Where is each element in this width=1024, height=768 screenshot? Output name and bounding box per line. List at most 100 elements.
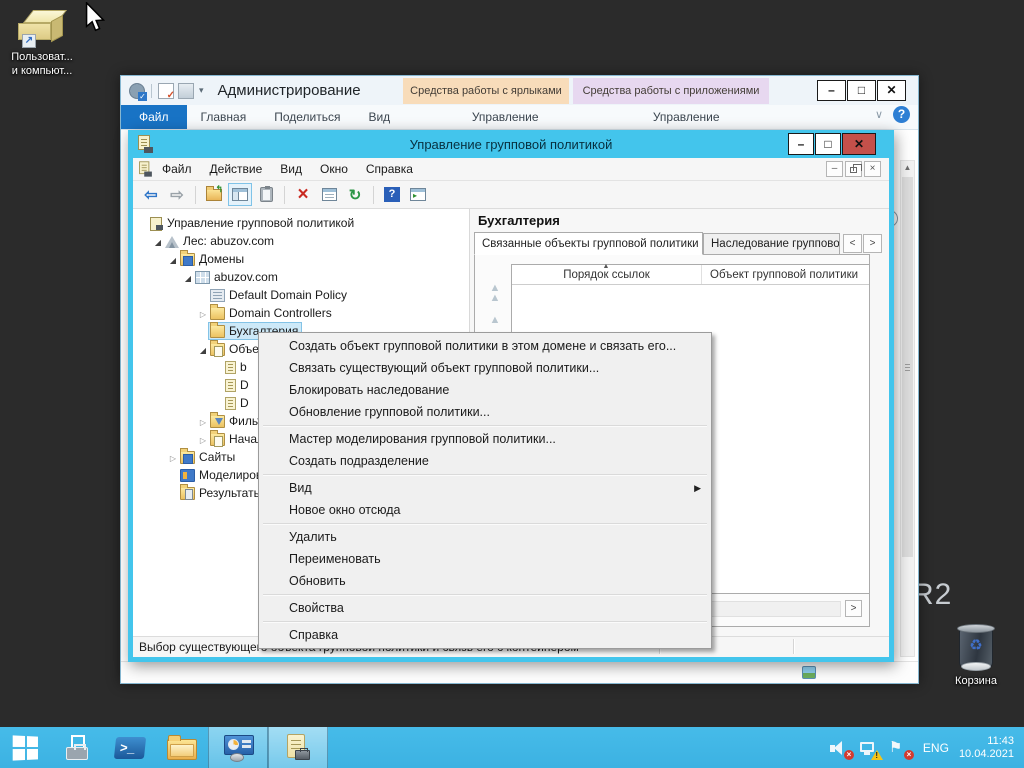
expand-toggle-icon[interactable] xyxy=(182,270,194,284)
ribbon-collapse-chevron-icon[interactable]: ∨ xyxy=(875,108,883,121)
scroll-up-icon[interactable]: ▲ xyxy=(901,161,914,175)
ribbon-tab-view[interactable]: Вид xyxy=(354,105,404,129)
help-button[interactable]: ? xyxy=(380,183,404,206)
ribbon-tab-home[interactable]: Главная xyxy=(187,105,261,129)
properties-button[interactable] xyxy=(317,183,341,206)
paste-button[interactable] xyxy=(254,183,278,206)
context-menu-item[interactable]: Справка xyxy=(259,624,711,646)
contextual-tab-application-tools[interactable]: Средства работы с приложениями xyxy=(573,78,769,104)
close-button[interactable]: ✕ xyxy=(877,80,906,101)
tab-linked-gpos[interactable]: Связанные объекты групповой политики xyxy=(474,232,703,255)
expand-toggle-icon[interactable] xyxy=(167,450,179,464)
taskbar-server-manager[interactable] xyxy=(52,727,104,768)
expand-toggle-icon[interactable] xyxy=(197,432,209,446)
action-center-flag-icon[interactable]: ⚑× xyxy=(889,738,911,758)
qat-chevron-down-icon[interactable]: ▾ xyxy=(199,85,204,96)
up-one-level-button[interactable]: ↰ xyxy=(202,183,226,206)
menu-separator xyxy=(263,621,707,622)
new-item-check-icon[interactable] xyxy=(158,83,174,99)
context-menu-item[interactable]: Связать существующий объект групповой по… xyxy=(259,357,711,379)
domains-icon xyxy=(180,253,195,266)
qat-separator xyxy=(151,84,152,98)
explorer-titlebar[interactable]: ▾ Администрирование Средства работы с яр… xyxy=(121,76,918,105)
folder-icon[interactable] xyxy=(178,83,194,99)
taskbar-gpmc[interactable] xyxy=(268,727,328,768)
expand-toggle-icon[interactable] xyxy=(197,306,209,320)
menu-file[interactable]: Файл xyxy=(153,162,201,176)
context-menu-item[interactable]: Переименовать xyxy=(259,548,711,570)
thumbnail-view-toggle-icon[interactable] xyxy=(802,666,816,679)
language-indicator[interactable]: ENG xyxy=(923,741,949,755)
context-menu-item[interactable]: Свойства xyxy=(259,597,711,619)
context-menu-item[interactable]: Создать объект групповой политики в этом… xyxy=(259,335,711,357)
desktop-shortcut-users-and-computers[interactable]: ↗ Пользоват... и компьют... xyxy=(4,4,80,78)
scroll-right-button[interactable]: > xyxy=(845,600,862,617)
child-restore-button[interactable] xyxy=(845,161,862,177)
expand-toggle-icon[interactable] xyxy=(167,252,179,266)
wmi-icon xyxy=(210,415,225,428)
taskbar-powershell[interactable]: >_ xyxy=(104,727,156,768)
tab-scroll-left-button[interactable]: < xyxy=(843,234,862,253)
context-menu-item[interactable]: Мастер моделирования групповой политики.… xyxy=(259,428,711,450)
properties-icon[interactable] xyxy=(129,83,145,99)
shortcut-label-line1: Пользоват... xyxy=(4,50,80,64)
ribbon-tab-file[interactable]: Файл xyxy=(121,105,187,129)
ribbon-tab-share[interactable]: Поделиться xyxy=(260,105,354,129)
tree-item[interactable]: Лес: abuzov.com xyxy=(133,232,469,250)
context-menu-item[interactable]: Блокировать наследование xyxy=(259,379,711,401)
tree-item[interactable]: abuzov.com xyxy=(133,268,469,286)
contextual-tab-shortcut-tools[interactable]: Средства работы с ярлыками xyxy=(403,78,569,104)
minimize-button[interactable]: – xyxy=(788,133,814,155)
taskbar-file-explorer[interactable] xyxy=(156,727,208,768)
tree-item[interactable]: Default Domain Policy xyxy=(133,286,469,304)
maximize-button[interactable]: □ xyxy=(815,133,841,155)
tab-scroll-right-button[interactable]: > xyxy=(863,234,882,253)
network-warning-icon[interactable] xyxy=(859,738,881,758)
close-button[interactable]: ✕ xyxy=(842,133,876,155)
move-link-to-top-button[interactable]: ▲▲ xyxy=(483,283,507,305)
context-menu-item[interactable]: Создать подразделение xyxy=(259,450,711,472)
forward-button[interactable]: ⇨ xyxy=(165,183,189,206)
tab-gpo-inheritance[interactable]: Наследование групповой политики xyxy=(703,233,840,255)
child-close-button[interactable]: × xyxy=(864,161,881,177)
recycle-bin-shortcut[interactable]: ♻ Корзина xyxy=(938,622,1014,688)
minimize-button[interactable]: – xyxy=(817,80,846,101)
show-console-tree-button[interactable] xyxy=(228,183,252,206)
refresh-button[interactable]: ↻ xyxy=(343,183,367,206)
taskbar-administrative-tools[interactable] xyxy=(208,727,268,768)
mmc-titlebar[interactable]: Управление групповой политикой – □ ✕ xyxy=(133,130,889,158)
context-menu-item[interactable]: Новое окно отсюда xyxy=(259,499,711,521)
ribbon-tab-manage-apps[interactable]: Управление xyxy=(606,105,766,129)
menu-window[interactable]: Окно xyxy=(311,162,357,176)
expand-toggle-icon[interactable] xyxy=(152,234,164,248)
tree-item[interactable]: Domain Controllers xyxy=(133,304,469,322)
ribbon-tab-manage-shortcuts[interactable]: Управление xyxy=(440,105,570,129)
explorer-vertical-scrollbar[interactable]: ▲ xyxy=(900,160,915,657)
context-menu-item[interactable]: Вид▶ xyxy=(259,477,711,499)
mmc-window-controls: – □ ✕ xyxy=(787,133,876,155)
context-menu-item[interactable]: Удалить xyxy=(259,526,711,548)
scrollbar-thumb[interactable] xyxy=(902,177,913,557)
menu-help[interactable]: Справка xyxy=(357,162,422,176)
tree-item[interactable]: Домены xyxy=(133,250,469,268)
menu-view[interactable]: Вид xyxy=(271,162,311,176)
shortcut-label-line2: и компьют... xyxy=(4,64,80,78)
back-button[interactable]: ⇦ xyxy=(139,183,163,206)
context-menu-item[interactable]: Обновление групповой политики... xyxy=(259,401,711,423)
context-menu-item[interactable]: Обновить xyxy=(259,570,711,592)
start-button[interactable] xyxy=(0,727,52,768)
column-header-link-order[interactable]: ▲ Порядок ссылок xyxy=(512,265,702,284)
expand-toggle-icon[interactable] xyxy=(197,342,209,356)
expand-toggle-icon[interactable] xyxy=(197,414,209,428)
column-header-gpo[interactable]: Объект групповой политики xyxy=(702,265,869,284)
help-icon[interactable]: ? xyxy=(893,106,910,123)
menu-action[interactable]: Действие xyxy=(201,162,272,176)
delete-button[interactable]: × xyxy=(291,183,315,206)
maximize-button[interactable]: □ xyxy=(847,80,876,101)
new-window-button[interactable] xyxy=(406,183,430,206)
tree-item[interactable]: Управление групповой политикой xyxy=(133,214,469,232)
system-tray: × ⚑× ENG 11:43 10.04.2021 xyxy=(825,727,1024,768)
child-minimize-button[interactable]: – xyxy=(826,161,843,177)
clock[interactable]: 11:43 10.04.2021 xyxy=(959,735,1014,761)
volume-muted-icon[interactable]: × xyxy=(829,738,851,758)
